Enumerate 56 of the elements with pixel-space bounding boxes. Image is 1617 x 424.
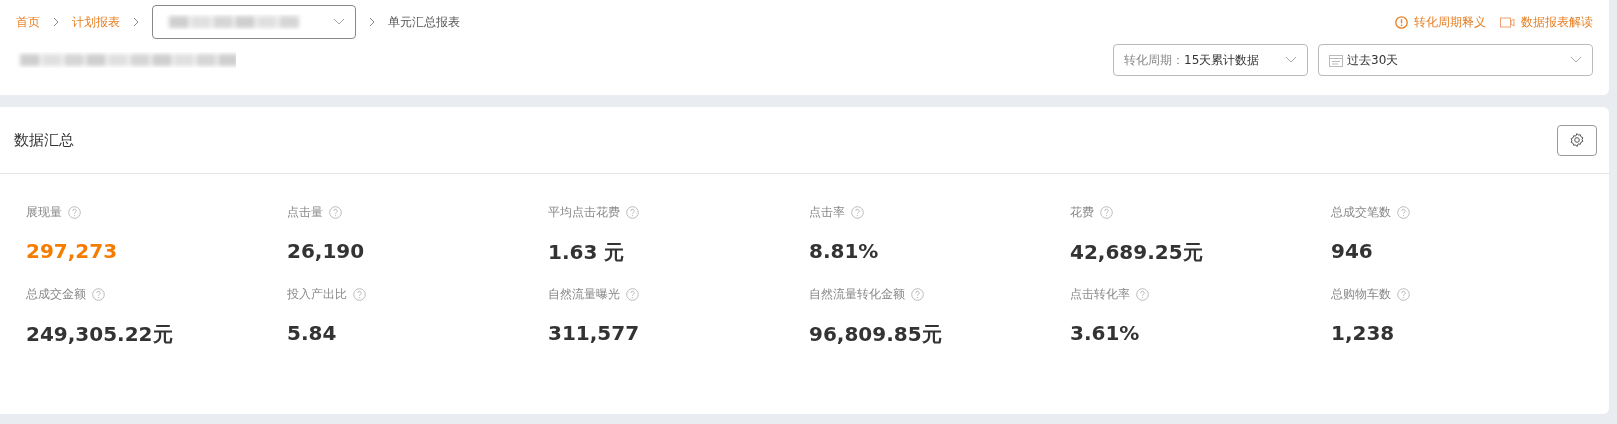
settings-icon <box>1569 132 1585 148</box>
help-icon[interactable] <box>626 206 639 219</box>
header-link[interactable]: 数据报表解读 <box>1500 13 1593 31</box>
metric-label: 点击转化率 <box>1070 286 1130 303</box>
alert-icon <box>1395 15 1408 29</box>
metric-value: 5.84 <box>287 321 338 345</box>
metric-value: 946 <box>1331 239 1374 263</box>
metric-value: 1,238 <box>1331 321 1396 345</box>
video-icon <box>1500 16 1515 28</box>
metric-value: 96,809.85元 <box>809 321 943 348</box>
period-select[interactable]: 转化周期：15天累计数据 <box>1113 44 1308 76</box>
chevron-down-icon <box>1285 56 1297 64</box>
metric-value: 8.81% <box>809 239 880 263</box>
metric-label: 平均点击花费 <box>548 204 620 221</box>
help-icon[interactable] <box>626 288 639 301</box>
metric-label: 总成交笔数 <box>1331 204 1391 221</box>
settings-button[interactable] <box>1557 124 1597 156</box>
metric-value: 297,273 <box>26 239 119 263</box>
help-icon[interactable] <box>68 206 81 219</box>
chevron-down-icon <box>333 18 345 26</box>
breadcrumb-link[interactable]: 首页 <box>16 13 40 31</box>
metric-value: 42,689.25元 <box>1070 239 1204 266</box>
metric-label: 总购物车数 <box>1331 286 1391 303</box>
calendar-icon <box>1329 53 1343 67</box>
breadcrumb-select[interactable] <box>152 5 356 39</box>
help-icon[interactable] <box>353 288 366 301</box>
breadcrumb-link[interactable]: 计划报表 <box>72 13 120 31</box>
chevron-right-icon <box>132 17 140 27</box>
help-icon[interactable] <box>92 288 105 301</box>
metric-value: 3.61% <box>1070 321 1141 345</box>
metric-label: 点击量 <box>287 204 323 221</box>
chevron-down-icon <box>1570 56 1582 64</box>
help-icon[interactable] <box>329 206 342 219</box>
help-icon[interactable] <box>1100 206 1113 219</box>
metric-label: 自然流量曝光 <box>548 286 620 303</box>
metric-label: 展现量 <box>26 204 62 221</box>
date-range-select[interactable]: 过去30天 <box>1318 44 1593 76</box>
chevron-right-icon <box>368 17 376 27</box>
help-icon[interactable] <box>851 206 864 219</box>
help-icon[interactable] <box>1397 206 1410 219</box>
header-link[interactable]: 转化周期释义 <box>1395 13 1486 31</box>
help-icon[interactable] <box>911 288 924 301</box>
metric-label: 花费 <box>1070 204 1094 221</box>
metric-label: 投入产出比 <box>287 286 347 303</box>
chevron-right-icon <box>52 17 60 27</box>
help-icon[interactable] <box>1397 288 1410 301</box>
metric-label: 自然流量转化金额 <box>809 286 905 303</box>
metric-value: 249,305.22元 <box>26 321 174 348</box>
metric-value: 1.63 元 <box>548 239 626 266</box>
metric-label: 点击率 <box>809 204 845 221</box>
metric-value: 311,577 <box>548 321 641 345</box>
page-title: 单元汇总报表 <box>388 13 460 31</box>
metric-value: 26,190 <box>287 239 366 263</box>
help-icon[interactable] <box>1136 288 1149 301</box>
card-title: 数据汇总 <box>14 130 74 150</box>
metric-label: 总成交金额 <box>26 286 86 303</box>
